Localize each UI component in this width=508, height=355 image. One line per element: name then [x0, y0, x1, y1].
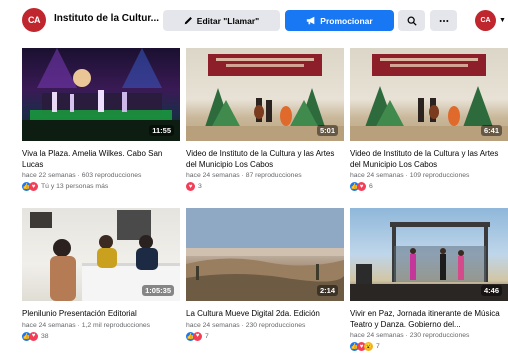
love-reaction-icon: ♥	[357, 182, 366, 191]
video-thumbnail[interactable]: 6:41	[350, 48, 508, 141]
video-duration: 11:55	[149, 125, 174, 136]
page-name-link[interactable]: Instituto de la Cultur...	[54, 13, 159, 24]
megaphone-icon	[307, 16, 315, 25]
video-meta: hace 24 semanas · 109 reproducciones	[350, 172, 470, 179]
video-meta: hace 24 semanas · 230 reproducciones	[186, 321, 306, 329]
video-title[interactable]: Viva la Plaza. Amelia Wilkes. Cabo San L…	[22, 149, 180, 170]
reaction-count: 3	[198, 183, 202, 190]
video-reactions[interactable]: 👍 ♥ 6	[350, 182, 508, 191]
video-title[interactable]: La Cultura Mueve Digital 2da. Edición	[186, 309, 344, 320]
love-reaction-icon: ♥	[29, 331, 38, 341]
edit-call-label: Editar "Llamar"	[196, 15, 260, 26]
avatar: CA	[475, 10, 496, 31]
love-reaction-icon: ♥	[193, 331, 202, 341]
video-card[interactable]: 5:01 Video de Instituto de la Cultura y …	[186, 48, 344, 191]
video-title[interactable]: Video de Instituto de la Cultura y las A…	[186, 149, 344, 170]
video-meta: hace 24 semanas · 87 reproducciones	[186, 172, 302, 179]
page-header: CA Instituto de la Cultur... Editar "Lla…	[0, 0, 508, 40]
video-reactions[interactable]: 👍 ♥ 38	[22, 331, 180, 341]
video-reactions[interactable]: ♥ 3	[186, 182, 344, 191]
video-title[interactable]: Vivir en Paz, Jornada itinerante de Músi…	[350, 309, 508, 330]
video-meta: hace 22 semanas · 603 reproducciones	[22, 172, 142, 179]
video-thumbnail[interactable]: 1:05:35	[22, 208, 180, 301]
video-card[interactable]: 1:05:35 Plenilunio Presentación Editoria…	[22, 208, 180, 341]
reaction-count: Tú y 13 personas más	[41, 183, 109, 190]
video-title[interactable]: Video de Instituto de la Cultura y las A…	[350, 149, 508, 170]
video-meta: hace 24 semanas · 230 reproducciones	[350, 332, 470, 339]
account-switcher[interactable]: CA ▼	[475, 10, 506, 31]
video-thumbnail[interactable]: 11:55	[22, 48, 180, 141]
video-reactions[interactable]: 👍 ♥ Tú y 13 personas más	[22, 182, 180, 191]
video-thumbnail[interactable]: 4:46	[350, 208, 508, 301]
video-title[interactable]: Plenilunio Presentación Editorial	[22, 309, 180, 320]
video-thumbnail[interactable]: 5:01	[186, 48, 344, 141]
love-reaction-icon: ♥	[186, 182, 195, 191]
video-duration: 6:41	[480, 125, 502, 136]
video-duration: 1:05:35	[142, 285, 174, 296]
video-card[interactable]: 4:46 Vivir en Paz, Jornada itinerante de…	[350, 208, 508, 351]
reaction-count: 7	[376, 343, 380, 350]
page-logo[interactable]: CA	[22, 8, 46, 32]
love-reaction-icon: ♥	[29, 182, 38, 191]
video-duration: 2:14	[316, 285, 338, 296]
edit-call-button[interactable]: Editar "Llamar"	[163, 10, 280, 31]
search-button[interactable]	[398, 10, 425, 31]
video-thumbnail[interactable]: 2:14	[186, 208, 344, 301]
promote-label: Promocionar	[320, 15, 373, 26]
promote-button[interactable]: Promocionar	[285, 10, 394, 31]
reaction-count: 7	[205, 332, 209, 340]
video-meta: hace 24 semanas · 1,2 mil reproducciones	[22, 321, 151, 329]
video-card[interactable]: 6:41 Video de Instituto de la Cultura y …	[350, 48, 508, 191]
wow-reaction-icon: 😮	[364, 342, 373, 351]
video-reactions[interactable]: 👍 ♥ 7	[186, 331, 344, 341]
video-card[interactable]: 11:55 Viva la Plaza. Amelia Wilkes. Cabo…	[22, 48, 180, 191]
video-reactions[interactable]: 👍 ♥ 😮 7	[350, 342, 508, 351]
reaction-count: 38	[41, 332, 49, 340]
video-card[interactable]: 2:14 La Cultura Mueve Digital 2da. Edici…	[186, 208, 344, 341]
video-duration: 5:01	[316, 125, 338, 136]
video-duration: 4:46	[480, 285, 502, 296]
more-dots-icon	[439, 19, 448, 22]
more-options-button[interactable]	[430, 10, 457, 31]
search-icon	[407, 16, 417, 26]
chevron-down-icon: ▼	[499, 17, 506, 24]
pencil-icon	[184, 17, 192, 25]
reaction-count: 6	[369, 183, 373, 190]
